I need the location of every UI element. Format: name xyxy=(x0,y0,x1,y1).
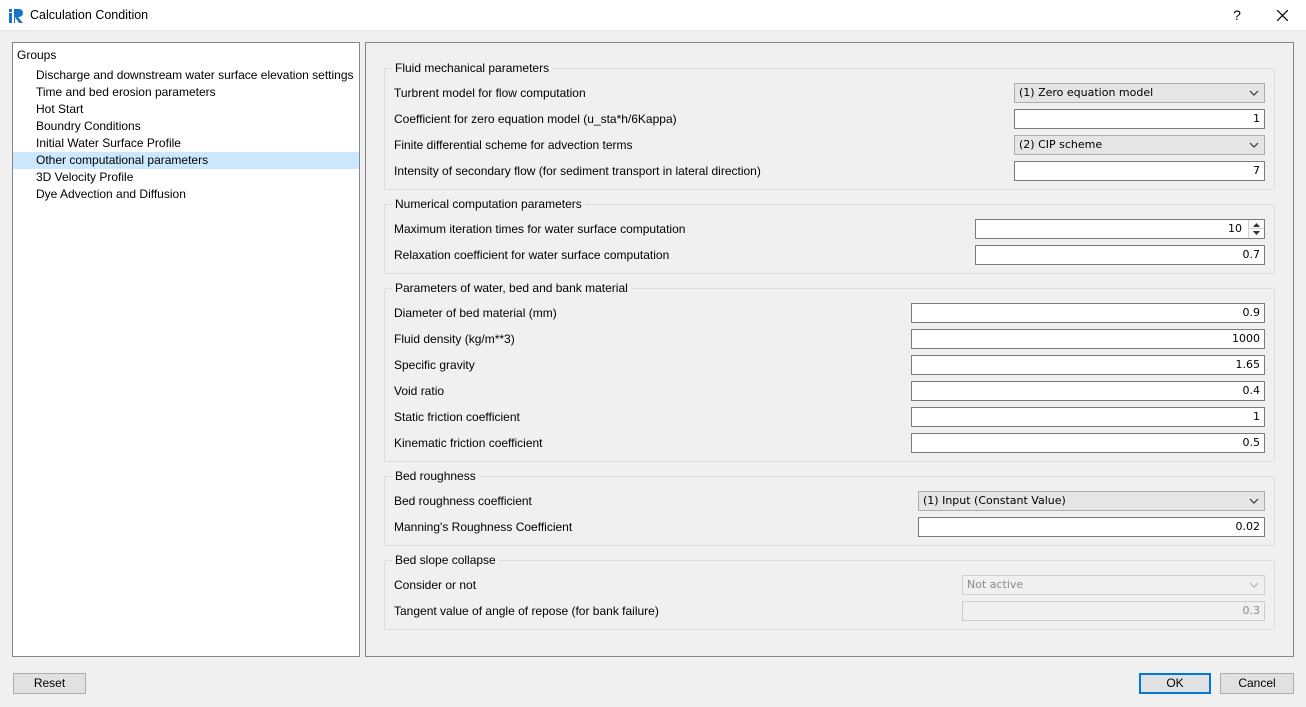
void-ratio-label: Void ratio xyxy=(394,384,445,398)
groupbox-roughness-title: Bed roughness xyxy=(392,469,479,483)
consider-value: Not active xyxy=(967,578,1024,591)
reset-button[interactable]: Reset xyxy=(13,673,86,694)
group-item-3d-velocity[interactable]: 3D Velocity Profile xyxy=(13,169,359,186)
chevron-down-icon xyxy=(1249,142,1259,148)
group-item-other-computational[interactable]: Other computational parameters xyxy=(13,152,359,169)
static-friction-label: Static friction coefficient xyxy=(394,410,520,424)
roughness-coef-value: (1) Input (Constant Value) xyxy=(923,494,1066,507)
close-button[interactable] xyxy=(1270,0,1294,31)
tangent-repose-input[interactable]: 0.3 xyxy=(962,601,1265,621)
fluid-density-label: Fluid density (kg/m**3) xyxy=(394,332,515,346)
groupbox-material: Parameters of water, bed and bank materi… xyxy=(384,281,1275,462)
groupbox-slope: Bed slope collapse Consider or not Not a… xyxy=(384,553,1275,630)
group-item-boundary-conditions[interactable]: Boundry Conditions xyxy=(13,118,359,135)
chevron-down-icon xyxy=(1249,90,1259,96)
groups-tree[interactable]: Groups Discharge and downstream water su… xyxy=(12,42,360,657)
advection-scheme-select[interactable]: (2) CIP scheme xyxy=(1014,135,1265,155)
secondary-flow-input[interactable]: 7 xyxy=(1014,161,1265,181)
specific-gravity-input[interactable]: 1.65 xyxy=(911,355,1265,375)
consider-select[interactable]: Not active xyxy=(962,575,1265,595)
max-iteration-spinbox[interactable]: 10 xyxy=(975,219,1265,239)
turbulence-model-select[interactable]: (1) Zero equation model xyxy=(1014,83,1265,103)
spin-buttons xyxy=(1248,220,1264,238)
static-friction-input[interactable]: 1 xyxy=(911,407,1265,427)
manning-coef-label: Manning's Roughness Coefficient xyxy=(394,520,573,534)
advection-scheme-label: Finite differential scheme for advection… xyxy=(394,138,633,152)
title-bar: Calculation Condition ? xyxy=(0,0,1306,31)
close-icon xyxy=(1276,9,1288,22)
groupbox-material-title: Parameters of water, bed and bank materi… xyxy=(392,281,631,295)
app-logo-icon xyxy=(9,9,23,23)
arrow-up-icon xyxy=(1253,223,1260,227)
fluid-density-input[interactable]: 1000 xyxy=(911,329,1265,349)
bed-diameter-label: Diameter of bed material (mm) xyxy=(394,306,557,320)
spin-up-button[interactable] xyxy=(1249,220,1264,229)
cancel-button[interactable]: Cancel xyxy=(1220,673,1294,694)
zero-eq-coef-label: Coefficient for zero equation model (u_s… xyxy=(394,112,677,126)
settings-panel: Fluid mechanical parameters Turbrent mod… xyxy=(365,42,1294,657)
groupbox-fluid: Fluid mechanical parameters Turbrent mod… xyxy=(384,61,1275,190)
group-item-initial-water-surface[interactable]: Initial Water Surface Profile xyxy=(13,135,359,152)
groupbox-roughness: Bed roughness Bed roughness coefficient … xyxy=(384,469,1275,546)
groups-list: Discharge and downstream water surface e… xyxy=(13,67,359,203)
relaxation-coef-input[interactable]: 0.7 xyxy=(975,245,1265,265)
bed-diameter-input[interactable]: 0.9 xyxy=(911,303,1265,323)
groupbox-numerical: Numerical computation parameters Maximum… xyxy=(384,197,1275,274)
advection-scheme-value: (2) CIP scheme xyxy=(1019,138,1103,151)
secondary-flow-label: Intensity of secondary flow (for sedimen… xyxy=(394,164,761,178)
consider-label: Consider or not xyxy=(394,578,477,592)
ok-button[interactable]: OK xyxy=(1139,673,1211,694)
relaxation-coef-label: Relaxation coefficient for water surface… xyxy=(394,248,670,262)
group-item-discharge[interactable]: Discharge and downstream water surface e… xyxy=(13,67,359,84)
kinematic-friction-input[interactable]: 0.5 xyxy=(911,433,1265,453)
arrow-down-icon xyxy=(1253,231,1260,235)
kinematic-friction-label: Kinematic friction coefficient xyxy=(394,436,543,450)
group-item-time-bed-erosion[interactable]: Time and bed erosion parameters xyxy=(13,84,359,101)
help-button[interactable]: ? xyxy=(1226,0,1248,31)
manning-coef-input[interactable]: 0.02 xyxy=(918,517,1265,537)
max-iteration-value: 10 xyxy=(1228,222,1242,235)
roughness-coef-select[interactable]: (1) Input (Constant Value) xyxy=(918,491,1265,511)
chevron-down-icon xyxy=(1249,498,1259,504)
tangent-repose-label: Tangent value of angle of repose (for ba… xyxy=(394,604,659,618)
roughness-coef-label: Bed roughness coefficient xyxy=(394,494,532,508)
group-item-hot-start[interactable]: Hot Start xyxy=(13,101,359,118)
groupbox-numerical-title: Numerical computation parameters xyxy=(392,197,585,211)
window-title: Calculation Condition xyxy=(30,8,149,22)
specific-gravity-label: Specific gravity xyxy=(394,358,475,372)
groupbox-fluid-title: Fluid mechanical parameters xyxy=(392,61,553,75)
void-ratio-input[interactable]: 0.4 xyxy=(911,381,1265,401)
spin-down-button[interactable] xyxy=(1249,229,1264,238)
max-iteration-label: Maximum iteration times for water surfac… xyxy=(394,222,686,236)
turbulence-model-value: (1) Zero equation model xyxy=(1019,86,1154,99)
chevron-down-icon xyxy=(1249,582,1259,588)
group-item-dye-advection[interactable]: Dye Advection and Diffusion xyxy=(13,186,359,203)
turbulence-model-label: Turbrent model for flow computation xyxy=(394,86,586,100)
groupbox-slope-title: Bed slope collapse xyxy=(392,553,499,567)
groups-header: Groups xyxy=(17,48,57,62)
zero-eq-coef-input[interactable]: 1 xyxy=(1014,109,1265,129)
